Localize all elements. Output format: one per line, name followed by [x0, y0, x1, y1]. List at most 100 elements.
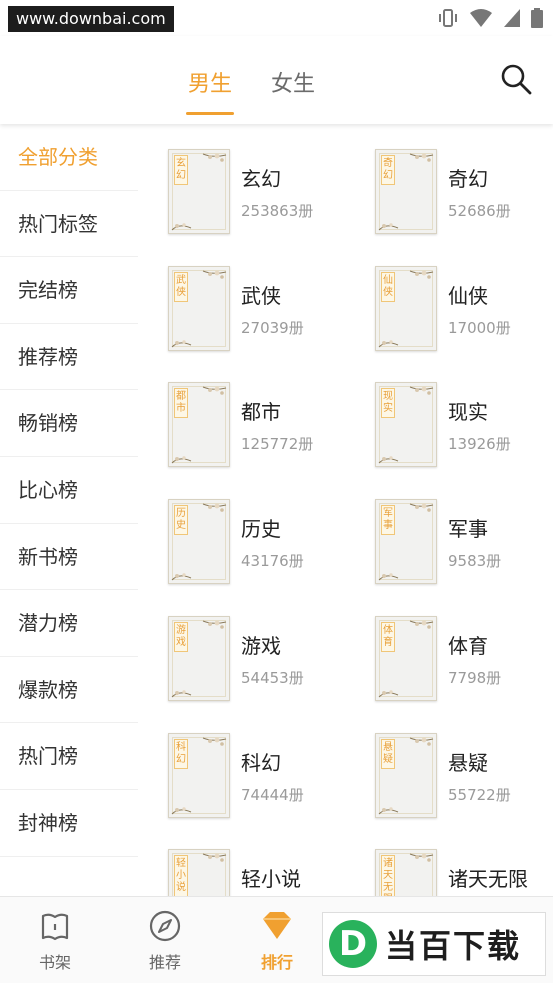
sidebar-item-all-categories[interactable]: 全部分类	[0, 124, 138, 191]
blossom-branch-icon	[409, 153, 434, 162]
category-book-count: 9583册	[448, 552, 502, 571]
blossom-corner-icon	[378, 223, 399, 231]
category-book-count: 253863册	[241, 202, 314, 220]
category-cover: 悬疑	[375, 732, 437, 818]
blossom-corner-icon	[171, 690, 192, 698]
blossom-branch-icon	[202, 503, 227, 512]
sidebar-item-finished[interactable]: 完结榜	[0, 257, 138, 324]
category-cover: 仙侠	[375, 265, 437, 351]
cover-label: 科幻	[174, 738, 188, 769]
category-book-count: 52686册	[448, 202, 511, 220]
category-book-count: 27039册	[241, 318, 304, 337]
category-cover: 游戏	[168, 615, 230, 701]
nav-ranking[interactable]: 排行	[242, 909, 312, 973]
sidebar-item-heart[interactable]: 比心榜	[0, 457, 138, 524]
cover-label: 体育	[381, 621, 395, 652]
blossom-corner-icon	[171, 223, 192, 231]
download-site-watermark: D 当百下载	[322, 912, 546, 976]
cover-label: 奇幻	[381, 155, 395, 185]
cover-label: 现实	[381, 388, 395, 419]
sidebar-item-legendary[interactable]: 封神榜	[0, 790, 138, 857]
category-name: 武侠	[241, 283, 281, 308]
category-name: 都市	[241, 400, 281, 425]
sidebar-item-potential[interactable]: 潜力榜	[0, 590, 138, 657]
sidebar-item-new-books[interactable]: 新书榜	[0, 524, 138, 591]
category-cover: 奇幻	[375, 149, 437, 234]
signal-icon	[504, 9, 520, 27]
tab-male[interactable]: 男生	[188, 66, 232, 98]
diamond-icon	[263, 912, 291, 939]
category-item[interactable]: 悬疑 悬疑 55722册	[375, 732, 553, 823]
app-screen: www.downbai.com 男生 女生 全部分类 热门标签 完结榜 推荐榜 …	[0, 0, 553, 983]
category-cover: 现实	[375, 382, 437, 468]
category-book-count: 54453册	[241, 668, 304, 687]
vibrate-icon	[439, 9, 457, 27]
nav-ranking-label: 排行	[260, 953, 293, 972]
status-bar: www.downbai.com	[0, 0, 553, 36]
category-item[interactable]: 历史 历史 43176册	[168, 499, 368, 589]
category-item[interactable]: 武侠 武侠 27039册	[168, 265, 368, 356]
nav-bookshelf[interactable]: 书架	[20, 909, 90, 973]
compass-icon	[149, 910, 181, 942]
blossom-branch-icon	[409, 620, 434, 629]
header: 男生 女生	[0, 36, 553, 124]
blossom-corner-icon	[378, 690, 399, 698]
category-item[interactable]: 奇幻 奇幻 52686册	[375, 149, 553, 239]
cover-label: 军事	[381, 505, 395, 536]
category-book-count: 7798册	[448, 668, 502, 687]
blossom-corner-icon	[171, 339, 192, 348]
cover-label: 玄幻	[174, 155, 188, 185]
sidebar-item-viral[interactable]: 爆款榜	[0, 657, 138, 724]
sidebar-item-hot-tags[interactable]: 热门标签	[0, 191, 138, 258]
category-item[interactable]: 现实 现实 13926册	[375, 382, 553, 472]
category-item[interactable]: 玄幻 玄幻 253863册	[168, 149, 368, 239]
blossom-corner-icon	[171, 456, 192, 464]
cover-label: 游戏	[174, 621, 188, 652]
blossom-branch-icon	[202, 853, 227, 862]
category-name: 诸天无限	[448, 867, 528, 892]
status-icons	[437, 8, 543, 28]
category-name: 轻小说	[241, 867, 301, 892]
blossom-branch-icon	[409, 270, 434, 279]
category-item[interactable]: 游戏 游戏 54453册	[168, 615, 368, 706]
category-cover: 武侠	[168, 265, 230, 351]
category-content: 玄幻 玄幻 253863册 奇幻 奇幻 52686册 武侠 武侠 27039册 仙侠 仙侠 17000…	[138, 124, 553, 896]
category-book-count: 13926册	[448, 435, 511, 454]
category-item[interactable]: 仙侠 仙侠 17000册	[375, 265, 553, 356]
bookshelf-icon	[41, 913, 69, 941]
site-watermark: www.downbai.com	[8, 6, 174, 32]
blossom-branch-icon	[202, 386, 227, 396]
category-name: 游戏	[241, 633, 281, 658]
category-item[interactable]: 军事 军事 9583册	[375, 499, 553, 589]
blossom-branch-icon	[409, 503, 434, 512]
watermark-text: 当百下载	[385, 927, 522, 965]
sidebar-item-bestselling[interactable]: 畅销榜	[0, 390, 138, 457]
sidebar-item-popular[interactable]: 热门榜	[0, 723, 138, 790]
category-item[interactable]: 都市 都市 125772册	[168, 382, 368, 472]
sidebar-item-recommended[interactable]: 推荐榜	[0, 324, 138, 391]
tab-female[interactable]: 女生	[271, 66, 315, 98]
category-item[interactable]: 轻小说 轻小说	[168, 849, 368, 896]
watermark-logo: D	[329, 920, 377, 968]
search-icon[interactable]	[499, 62, 533, 96]
category-book-count: 17000册	[448, 318, 511, 337]
blossom-branch-icon	[202, 737, 227, 746]
category-item[interactable]: 体育 体育 7798册	[375, 615, 553, 706]
cover-label: 都市	[174, 388, 188, 419]
category-item[interactable]: 诸天无限 诸天无限	[375, 849, 553, 896]
category-name: 军事	[448, 517, 488, 542]
category-name: 玄幻	[241, 167, 281, 191]
category-item[interactable]: 科幻 科幻 74444册	[168, 732, 368, 823]
blossom-corner-icon	[378, 456, 399, 464]
nav-recommend-label: 推荐	[148, 953, 181, 972]
category-cover: 玄幻	[168, 149, 230, 234]
active-tab-indicator	[186, 112, 234, 115]
blossom-branch-icon	[409, 386, 434, 396]
nav-recommend[interactable]: 推荐	[130, 909, 200, 973]
blossom-branch-icon	[409, 737, 434, 746]
wifi-icon	[470, 9, 492, 27]
category-cover: 历史	[168, 499, 230, 585]
ranking-sidebar: 全部分类 热门标签 完结榜 推荐榜 畅销榜 比心榜 新书榜 潜力榜 爆款榜 热门…	[0, 124, 138, 896]
category-name: 科幻	[241, 750, 281, 775]
blossom-branch-icon	[409, 853, 434, 862]
